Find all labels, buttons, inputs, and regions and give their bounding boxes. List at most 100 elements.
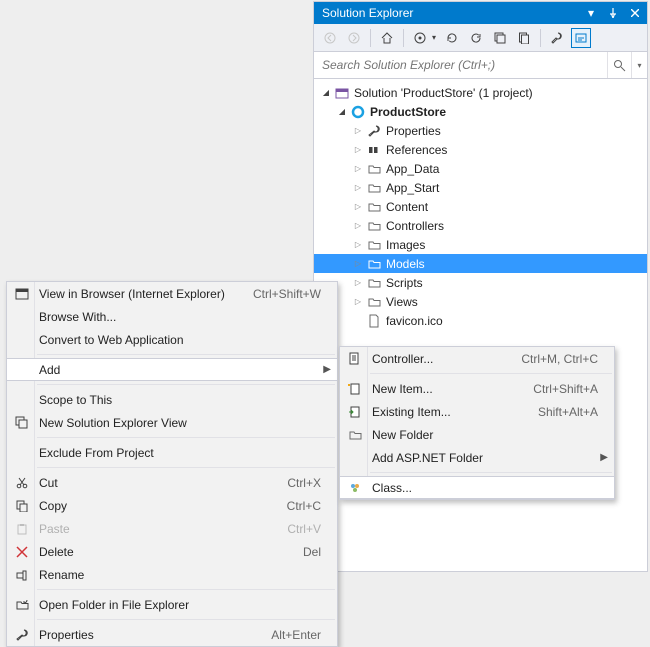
tree-label: Solution 'ProductStore' (1 project) (354, 86, 533, 100)
submenu-arrow-icon: ▶ (600, 452, 608, 463)
wrench-icon (13, 626, 31, 644)
menu-label: Paste (39, 522, 287, 536)
menu-properties[interactable]: Properties Alt+Enter (7, 623, 337, 646)
menu-shortcut: Ctrl+Shift+W (253, 287, 321, 301)
folder-icon (366, 294, 382, 310)
copy-icon (13, 497, 31, 515)
refresh-icon[interactable] (466, 28, 486, 48)
solution-icon (334, 85, 350, 101)
menu-delete[interactable]: Delete Del (7, 540, 337, 563)
menu-new-solution-explorer-view[interactable]: New Solution Explorer View (7, 411, 337, 434)
menu-label: New Solution Explorer View (39, 416, 321, 430)
back-icon[interactable] (320, 28, 340, 48)
tree-label: Properties (386, 124, 441, 138)
collapse-all-icon[interactable] (490, 28, 510, 48)
tree-folder-node[interactable]: Images (314, 235, 647, 254)
pending-changes-icon[interactable] (410, 28, 430, 48)
folder-icon (346, 426, 364, 444)
show-all-files-icon[interactable] (514, 28, 534, 48)
paste-icon (13, 520, 31, 538)
menu-add[interactable]: Add ▶ (7, 358, 337, 381)
menu-shortcut: Ctrl+C (287, 499, 321, 513)
menu-scope-to-this[interactable]: Scope to This (7, 388, 337, 411)
preview-selected-icon[interactable] (571, 28, 591, 48)
menu-label: New Folder (372, 428, 598, 442)
panel-titlebar: Solution Explorer ▾ (314, 2, 647, 24)
file-icon (366, 313, 382, 329)
submenu-existing-item[interactable]: Existing Item... Shift+Alt+A (340, 400, 614, 423)
menu-shortcut: Ctrl+Shift+A (533, 382, 598, 396)
menu-label: Scope to This (39, 393, 321, 407)
forward-icon[interactable] (344, 28, 364, 48)
menu-convert-web-app[interactable]: Convert to Web Application (7, 328, 337, 351)
context-menu: View in Browser (Internet Explorer) Ctrl… (6, 281, 338, 647)
panel-toolbar: ▾ (314, 24, 647, 52)
menu-rename[interactable]: Rename (7, 563, 337, 586)
tree-label: Controllers (386, 219, 444, 233)
pin-icon[interactable] (605, 5, 621, 21)
menu-label: Delete (39, 545, 303, 559)
tree-folder-node[interactable]: Content (314, 197, 647, 216)
tree-folder-models-node[interactable]: Models (314, 254, 647, 273)
tree-label: Images (386, 238, 425, 252)
controller-icon (346, 350, 364, 368)
menu-label: Browse With... (39, 310, 321, 324)
menu-label: Properties (39, 628, 271, 642)
tree-label: ProductStore (370, 105, 446, 119)
home-icon[interactable] (377, 28, 397, 48)
properties-icon[interactable] (547, 28, 567, 48)
dropdown-caret-icon[interactable]: ▾ (432, 33, 438, 42)
menu-exclude-from-project[interactable]: Exclude From Project (7, 441, 337, 464)
window-dropdown-icon[interactable]: ▾ (583, 5, 599, 21)
submenu-controller[interactable]: Controller... Ctrl+M, Ctrl+C (340, 347, 614, 370)
submenu-new-folder[interactable]: New Folder (340, 423, 614, 446)
menu-cut[interactable]: Cut Ctrl+X (7, 471, 337, 494)
menu-separator (37, 437, 335, 438)
tree-file-favicon-node[interactable]: favicon.ico (314, 311, 647, 330)
tree-label: App_Data (386, 162, 439, 176)
menu-label: Add ASP.NET Folder (372, 451, 598, 465)
new-item-icon (346, 380, 364, 398)
menu-copy[interactable]: Copy Ctrl+C (7, 494, 337, 517)
submenu-add-aspnet-folder[interactable]: Add ASP.NET Folder ▶ (340, 446, 614, 469)
menu-label: Class... (372, 481, 598, 495)
tree-solution-node[interactable]: Solution 'ProductStore' (1 project) (314, 83, 647, 102)
tree-project-node[interactable]: ProductStore (314, 102, 647, 121)
search-icon[interactable] (607, 52, 631, 78)
new-view-icon (13, 414, 31, 432)
menu-browse-with[interactable]: Browse With... (7, 305, 337, 328)
menu-separator (37, 384, 335, 385)
menu-view-in-browser[interactable]: View in Browser (Internet Explorer) Ctrl… (7, 282, 337, 305)
menu-label: Cut (39, 476, 287, 490)
tree-references-node[interactable]: References (314, 140, 647, 159)
tree-label: Models (386, 257, 425, 271)
rename-icon (13, 566, 31, 584)
menu-label: Exclude From Project (39, 446, 321, 460)
submenu-class[interactable]: Class... (340, 476, 614, 499)
search-bar: ▾ (314, 52, 647, 79)
close-icon[interactable] (627, 5, 643, 21)
class-icon (346, 479, 364, 497)
tree-properties-node[interactable]: Properties (314, 121, 647, 140)
menu-paste: Paste Ctrl+V (7, 517, 337, 540)
menu-open-folder[interactable]: Open Folder in File Explorer (7, 593, 337, 616)
submenu-new-item[interactable]: New Item... Ctrl+Shift+A (340, 377, 614, 400)
menu-label: View in Browser (Internet Explorer) (39, 287, 253, 301)
menu-shortcut: Ctrl+M, Ctrl+C (521, 352, 598, 366)
folder-icon (366, 180, 382, 196)
tree-folder-node[interactable]: App_Data (314, 159, 647, 178)
menu-shortcut: Alt+Enter (271, 628, 321, 642)
cut-icon (13, 474, 31, 492)
tree-folder-node[interactable]: Controllers (314, 216, 647, 235)
menu-separator (37, 354, 335, 355)
submenu-arrow-icon: ▶ (323, 364, 331, 375)
references-icon (366, 142, 382, 158)
menu-shortcut: Ctrl+V (287, 522, 321, 536)
search-input[interactable] (314, 53, 607, 77)
tree-folder-node[interactable]: Scripts (314, 273, 647, 292)
menu-separator (37, 589, 335, 590)
sync-icon[interactable] (442, 28, 462, 48)
tree-folder-node[interactable]: Views (314, 292, 647, 311)
search-dropdown-icon[interactable]: ▾ (631, 52, 647, 78)
tree-folder-node[interactable]: App_Start (314, 178, 647, 197)
